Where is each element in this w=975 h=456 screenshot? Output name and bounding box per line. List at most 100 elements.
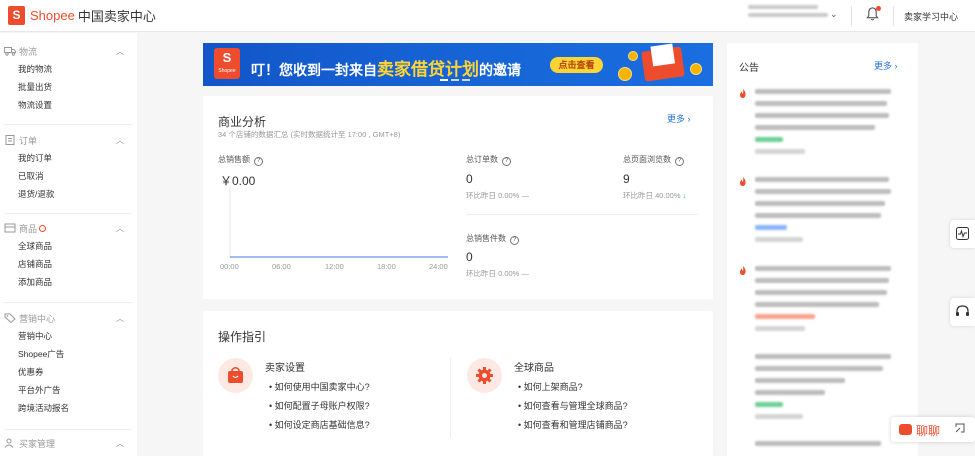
sidebar-item-vouchers[interactable]: 优惠券 [0,363,137,381]
sidebar-item-add-product[interactable]: 添加商品 [0,273,137,291]
chevron-up-icon[interactable]: ︿ [116,438,124,449]
announcements-title: 公告 [739,63,759,74]
announcement-item[interactable] [755,441,895,453]
sidebar-section-products: 商品 ︿ 全球商品 店铺商品 添加商品 [0,219,137,291]
help-icon[interactable]: ? [254,157,263,166]
guide-icon-circle [467,358,502,393]
chevron-up-icon[interactable]: ︿ [116,313,124,324]
divider [466,214,698,215]
sidebar-item-bulk-ship[interactable]: 批量出货 [0,78,137,96]
account-switcher[interactable] [748,5,828,21]
guide-icon-circle [218,358,253,393]
sidebar-item-shopee-ads[interactable]: Shopee广告 [0,345,137,363]
sidebar-item-cross-border-campaigns[interactable]: 跨境活动报名 [0,399,137,417]
envelope-icon [641,43,685,82]
divider [851,6,852,26]
headset-icon [956,305,969,316]
shopping-bag-icon [228,367,243,383]
items-sold-compare: 环比昨日 0.00% — [466,269,529,278]
orders-label: 总订单数? [466,154,511,166]
help-icon[interactable]: ? [502,157,511,166]
sidebar-item-offsite-ads[interactable]: 平台外广告 [0,381,137,399]
banner-view-button[interactable]: 点击查看 [550,57,603,73]
sidebar-item-marketing-center[interactable]: 营销中心 [0,327,137,345]
fire-icon [740,266,746,275]
divider [4,213,132,214]
sidebar-section-marketing: 营销中心 ︿ 营销中心 Shopee广告 优惠券 平台外广告 跨境活动报名 [0,309,137,417]
float-tool-button[interactable] [950,220,975,248]
fire-icon [740,89,746,98]
clipboard-icon [5,135,15,145]
guide-link[interactable]: • 如何上架商品? [518,380,583,393]
pageviews-label: 总页面浏览数? [623,154,684,166]
sidebar-section-header[interactable]: 买家管理 ︿ [0,434,137,452]
seller-learning-center-link[interactable]: 卖家学习中心 [904,10,958,23]
help-icon[interactable]: ? [510,236,519,245]
announcement-item[interactable] [755,89,895,161]
operation-guide-card: 操作指引 卖家设置 • 如何使用中国卖家中心? • 如何配置子母账户权限? • … [203,311,713,456]
guide-link[interactable]: • 如何设定商店基础信息? [269,418,370,431]
sidebar-section-header[interactable]: 营销中心 ︿ [0,309,137,327]
help-icon[interactable]: ? [675,157,684,166]
users-icon [4,438,14,448]
divider [450,358,451,438]
sidebar: 物流 ︿ 我的物流 批量出货 物流设置 订单 ︿ 我的订单 已取消 退货/退款 … [0,33,137,456]
sidebar-section-header[interactable]: 物流 ︿ [0,42,137,60]
sidebar-section-header[interactable]: 商品 ︿ [0,219,137,237]
divider [4,429,132,430]
trend-flat-icon: — [521,191,529,200]
fire-icon [740,177,746,186]
announcements-more-link[interactable]: 更多 › [874,59,898,72]
guide-link[interactable]: • 如何配置子母账户权限? [269,399,370,412]
coin-icon [690,63,702,75]
sidebar-section-title: 商品 [19,223,38,234]
sidebar-item-returns[interactable]: 退货/退款 [0,185,137,203]
x-tick-label: 06:00 [272,262,291,271]
shopee-bag-icon: S Shopee [214,48,240,79]
sidebar-item-my-logistics[interactable]: 我的物流 [0,60,137,78]
sidebar-section-title: 物流 [19,46,38,57]
chart-x-axis: 00:00 06:00 12:00 18:00 24:00 [220,262,450,272]
logo[interactable]: S Shopee 中国卖家中心 [8,6,156,25]
gear-icon [476,367,493,384]
guide-link[interactable]: • 如何查看与管理全球商品? [518,399,628,412]
banner-text: 叮！您收到一封来自卖家借贷计划的邀请 [251,60,521,79]
guide-link[interactable]: • 如何查看和管理店铺商品? [518,418,628,431]
sidebar-item-my-orders[interactable]: 我的订单 [0,149,137,167]
analytics-more-link[interactable]: 更多 › [667,112,691,125]
sidebar-section-title: 订单 [19,135,38,146]
chat-widget[interactable]: 聊聊 [891,417,975,442]
chevron-up-icon[interactable]: ︿ [116,223,124,234]
x-tick-label: 24:00 [429,262,448,271]
orders-value: 0 [466,172,473,186]
items-sold-value: 0 [466,250,473,264]
sidebar-section-header[interactable]: 订单 ︿ [0,131,137,149]
orders-compare: 环比昨日 0.00% — [466,191,529,200]
pageviews-compare: 环比昨日 40.00% ↓ [623,191,687,200]
truck-icon [4,47,16,56]
announcement-item[interactable] [755,177,895,249]
business-analytics-card: 商业分析 34 个店铺的数据汇总 (实时数据统计至 17:00 , GMT+8)… [203,96,713,299]
analytics-subtitle: 34 个店铺的数据汇总 (实时数据统计至 17:00 , GMT+8) [218,130,401,139]
banner-pagination[interactable] [440,79,470,81]
coin-icon [628,51,638,61]
expand-icon[interactable] [955,423,965,433]
chat-label: 聊聊 [916,424,941,438]
box-icon [4,223,16,233]
chevron-down-icon[interactable]: ⌄ [830,9,838,20]
sidebar-item-logistics-settings[interactable]: 物流设置 [0,96,137,114]
sidebar-item-shop-products[interactable]: 店铺商品 [0,255,137,273]
chevron-up-icon[interactable]: ︿ [116,46,124,57]
guide-link[interactable]: • 如何使用中国卖家中心? [269,380,370,393]
sidebar-item-cancelled[interactable]: 已取消 [0,167,137,185]
divider [893,6,894,26]
x-tick-label: 00:00 [220,262,239,271]
chevron-up-icon[interactable]: ︿ [116,135,124,146]
announcement-item[interactable] [755,354,895,426]
analytics-title: 商业分析 [218,115,267,129]
announcement-item[interactable] [755,266,895,338]
sidebar-section-title: 买家管理 [19,438,56,449]
sidebar-section-buyers: 买家管理 ︿ [0,434,137,452]
sidebar-item-global-products[interactable]: 全球商品 [0,237,137,255]
float-support-button[interactable] [950,298,975,326]
